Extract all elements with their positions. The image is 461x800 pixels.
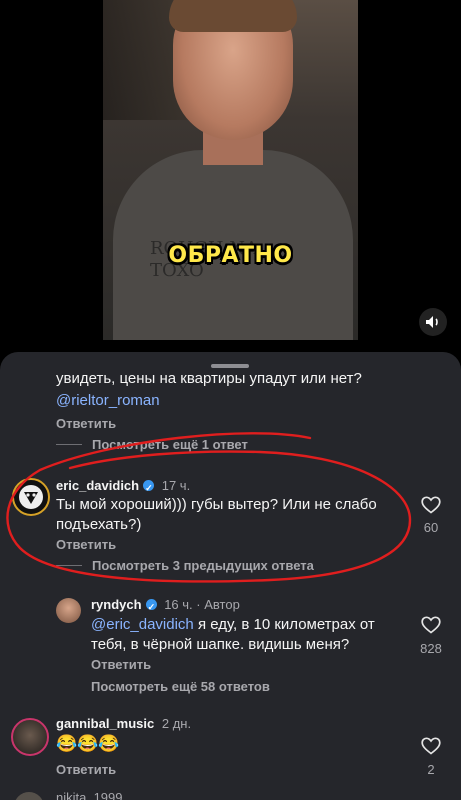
author-tag: · Автор [196,597,240,612]
divider-line [56,444,82,445]
comment-text-line1: Ты мой хороший))) губы вытер? Или не сла… [56,496,377,513]
sound-button[interactable] [419,308,447,336]
speaker-icon [426,316,438,328]
avatar-logo-icon [19,485,43,509]
mention-link[interactable]: @eric_davidich [91,616,194,633]
video-caption: ОБРАТНО [168,243,293,268]
comment-text: увидеть, цены на квартиры упадут или нет… [56,370,362,387]
avatar[interactable] [11,718,49,756]
sheet-grabber[interactable] [211,364,249,368]
username[interactable]: gannibal_music [56,716,154,731]
reply-button[interactable]: Ответить [56,416,116,431]
timestamp: 17 ч. [161,478,191,493]
avatar[interactable] [14,792,44,800]
mention-link[interactable]: @rieltor_roman [56,391,160,411]
comment-text-line2: подъехать?) [56,516,142,533]
comment-header: gannibal_music 2 дн. [56,714,191,734]
view-more-replies[interactable]: Посмотреть ещё 1 ответ [56,437,248,452]
timestamp: 2 дн. [161,716,192,731]
person-hair [169,0,297,32]
video-player[interactable]: ROUGH NA TOXO ОБРАТНО [0,0,461,352]
username[interactable]: ryndych [91,597,142,612]
comment-text: я еду, в 10 километрах от [193,616,375,633]
reply-button[interactable]: Ответить [56,762,116,777]
view-more-label: Посмотреть 3 предыдущих ответа [92,558,314,573]
like-count: 2 [427,762,435,777]
heart-icon[interactable] [421,616,441,634]
heart-icon[interactable] [421,737,441,755]
view-more-label: Посмотреть ещё 58 ответов [91,679,270,694]
comment-text-line1: @eric_davidich я еду, в 10 километрах от [91,615,375,635]
view-more-label: Посмотреть ещё 1 ответ [92,437,248,452]
reply-button[interactable]: Ответить [91,657,151,672]
divider-line [56,565,82,566]
comment-header: ryndych 16 ч. · Автор [91,595,240,617]
heart-icon[interactable] [421,496,441,514]
verified-badge-icon [145,597,157,617]
reply-button[interactable]: Ответить [56,537,116,552]
view-more-replies[interactable]: Посмотреть 3 предыдущих ответа [56,558,314,573]
timestamp: 16 ч. [164,597,193,612]
username[interactable]: eric_davidich [56,478,139,493]
verified-badge-icon [143,478,155,498]
comment-text: 😂😂😂 [56,734,120,753]
like-count: 828 [420,641,442,656]
like-count: 60 [423,520,439,535]
avatar[interactable] [56,598,81,623]
comment-text-line2: тебя, в чёрной шапке. видишь меня? [91,636,350,653]
comments-sheet[interactable]: увидеть, цены на квартиры упадут или нет… [0,352,461,800]
view-more-replies[interactable]: Посмотреть ещё 58 ответов [91,679,270,694]
username[interactable]: nikita_1999... [56,788,133,800]
avatar[interactable] [12,478,50,516]
comment-header: eric_davidich 17 ч. [56,476,191,498]
